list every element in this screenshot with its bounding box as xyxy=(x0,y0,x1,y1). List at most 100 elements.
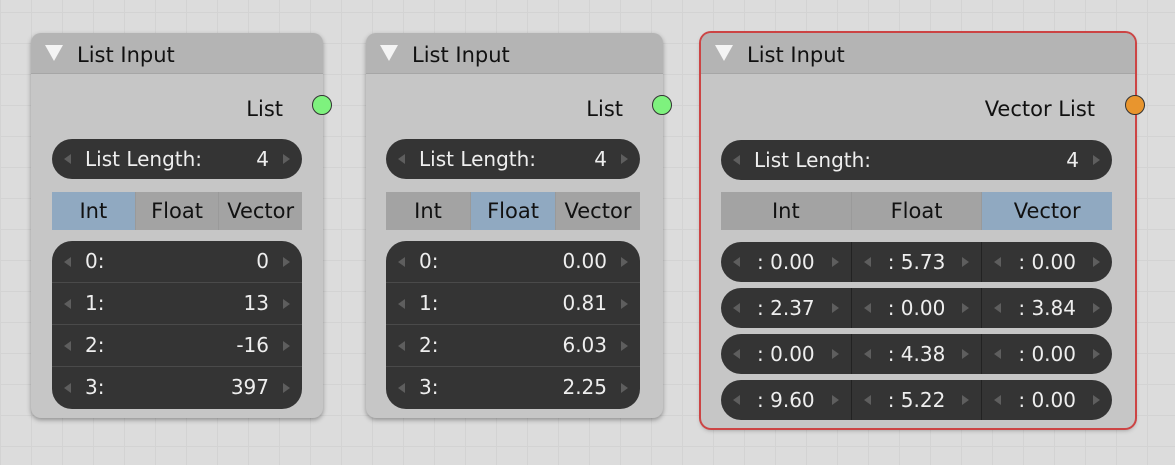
collapse-triangle-icon[interactable] xyxy=(715,45,733,61)
list-row[interactable]: 1: 13 xyxy=(52,283,302,325)
list-row[interactable]: 2: -16 xyxy=(52,325,302,367)
vector-x-field[interactable]: : 9.60 xyxy=(721,380,852,420)
list-row[interactable]: 0: 0 xyxy=(52,241,302,283)
vector-y-field[interactable]: : 5.22 xyxy=(851,380,983,420)
vector-value: : 0.00 xyxy=(887,296,946,320)
vector-x-field[interactable]: : 0.00 xyxy=(721,242,852,282)
increment-arrow-icon[interactable] xyxy=(831,349,839,359)
increment-arrow-icon[interactable] xyxy=(621,257,628,267)
list-row[interactable]: 0: 0.00 xyxy=(386,241,640,283)
row-value: 2.25 xyxy=(562,375,607,399)
vector-z-field[interactable]: : 0.00 xyxy=(982,334,1113,374)
increment-arrow-icon[interactable] xyxy=(621,154,628,164)
output-socket-list[interactable] xyxy=(312,95,332,115)
tab-int[interactable]: Int xyxy=(52,192,136,230)
decrement-arrow-icon[interactable] xyxy=(733,395,740,405)
increment-arrow-icon[interactable] xyxy=(621,341,628,351)
decrement-arrow-icon[interactable] xyxy=(994,395,1002,405)
decrement-arrow-icon[interactable] xyxy=(398,154,405,164)
tab-float[interactable]: Float xyxy=(471,192,556,230)
increment-arrow-icon[interactable] xyxy=(283,383,290,393)
list-input-node-2[interactable]: List Input List List Length: 4 Int Float… xyxy=(366,33,663,418)
node-header[interactable]: List Input xyxy=(701,33,1135,74)
tab-float[interactable]: Float xyxy=(851,192,983,230)
decrement-arrow-icon[interactable] xyxy=(863,349,871,359)
increment-arrow-icon[interactable] xyxy=(283,257,290,267)
decrement-arrow-icon[interactable] xyxy=(863,257,871,267)
decrement-arrow-icon[interactable] xyxy=(64,257,71,267)
decrement-arrow-icon[interactable] xyxy=(64,341,71,351)
list-row[interactable]: 2: 6.03 xyxy=(386,325,640,367)
output-socket-vector-list[interactable] xyxy=(1125,95,1145,115)
vector-x-field[interactable]: : 2.37 xyxy=(721,288,852,328)
vector-x-field[interactable]: : 0.00 xyxy=(721,334,852,374)
decrement-arrow-icon[interactable] xyxy=(398,257,405,267)
increment-arrow-icon[interactable] xyxy=(1093,257,1101,267)
type-tabs: Int Float Vector xyxy=(386,192,640,230)
decrement-arrow-icon[interactable] xyxy=(398,299,405,309)
increment-arrow-icon[interactable] xyxy=(1093,155,1100,165)
decrement-arrow-icon[interactable] xyxy=(733,303,740,313)
tab-vector[interactable]: Vector xyxy=(219,192,303,230)
row-value: 0.00 xyxy=(562,249,607,273)
increment-arrow-icon[interactable] xyxy=(831,395,839,405)
increment-arrow-icon[interactable] xyxy=(831,257,839,267)
decrement-arrow-icon[interactable] xyxy=(64,383,71,393)
node-header[interactable]: List Input xyxy=(31,33,323,74)
increment-arrow-icon[interactable] xyxy=(283,341,290,351)
increment-arrow-icon[interactable] xyxy=(283,299,290,309)
increment-arrow-icon[interactable] xyxy=(962,349,970,359)
vector-z-field[interactable]: : 0.00 xyxy=(982,242,1113,282)
list-length-field[interactable]: List Length: 4 xyxy=(386,139,640,179)
vector-y-field[interactable]: : 0.00 xyxy=(851,288,983,328)
row-value: 397 xyxy=(230,375,269,399)
decrement-arrow-icon[interactable] xyxy=(398,383,405,393)
collapse-triangle-icon[interactable] xyxy=(45,45,63,61)
tab-vector[interactable]: Vector xyxy=(556,192,640,230)
increment-arrow-icon[interactable] xyxy=(962,303,970,313)
vector-z-field[interactable]: : 0.00 xyxy=(982,380,1113,420)
increment-arrow-icon[interactable] xyxy=(1093,349,1101,359)
vector-y-field[interactable]: : 5.73 xyxy=(851,242,983,282)
decrement-arrow-icon[interactable] xyxy=(863,395,871,405)
decrement-arrow-icon[interactable] xyxy=(733,257,740,267)
row-value: 0 xyxy=(256,249,269,273)
increment-arrow-icon[interactable] xyxy=(1093,395,1101,405)
list-length-field[interactable]: List Length: 4 xyxy=(721,140,1112,180)
decrement-arrow-icon[interactable] xyxy=(64,154,71,164)
decrement-arrow-icon[interactable] xyxy=(994,349,1002,359)
increment-arrow-icon[interactable] xyxy=(621,383,628,393)
list-input-node-3[interactable]: List Input Vector List List Length: 4 In… xyxy=(701,33,1135,428)
decrement-arrow-icon[interactable] xyxy=(64,299,71,309)
vector-y-field[interactable]: : 4.38 xyxy=(851,334,983,374)
increment-arrow-icon[interactable] xyxy=(831,303,839,313)
list-row[interactable]: 1: 0.81 xyxy=(386,283,640,325)
decrement-arrow-icon[interactable] xyxy=(863,303,871,313)
list-length-field[interactable]: List Length: 4 xyxy=(52,139,302,179)
decrement-arrow-icon[interactable] xyxy=(994,303,1002,313)
increment-arrow-icon[interactable] xyxy=(283,154,290,164)
decrement-arrow-icon[interactable] xyxy=(733,155,740,165)
list-input-node-1[interactable]: List Input List List Length: 4 Int Float… xyxy=(31,33,323,418)
vector-value: : 5.73 xyxy=(887,250,946,274)
node-header[interactable]: List Input xyxy=(366,33,663,74)
tab-int[interactable]: Int xyxy=(721,192,852,230)
increment-arrow-icon[interactable] xyxy=(962,395,970,405)
output-label: Vector List xyxy=(984,97,1095,121)
increment-arrow-icon[interactable] xyxy=(962,257,970,267)
tab-vector[interactable]: Vector xyxy=(982,192,1113,230)
output-socket-list[interactable] xyxy=(652,95,672,115)
decrement-arrow-icon[interactable] xyxy=(733,349,740,359)
tab-int[interactable]: Int xyxy=(386,192,471,230)
tab-float[interactable]: Float xyxy=(135,192,220,230)
increment-arrow-icon[interactable] xyxy=(1093,303,1101,313)
list-row[interactable]: 3: 397 xyxy=(52,367,302,408)
increment-arrow-icon[interactable] xyxy=(621,299,628,309)
type-tabs: Int Float Vector xyxy=(52,192,303,230)
collapse-triangle-icon[interactable] xyxy=(380,45,398,61)
decrement-arrow-icon[interactable] xyxy=(994,257,1002,267)
output-label: List xyxy=(586,97,623,121)
decrement-arrow-icon[interactable] xyxy=(398,341,405,351)
list-row[interactable]: 3: 2.25 xyxy=(386,367,640,408)
vector-z-field[interactable]: : 3.84 xyxy=(982,288,1113,328)
